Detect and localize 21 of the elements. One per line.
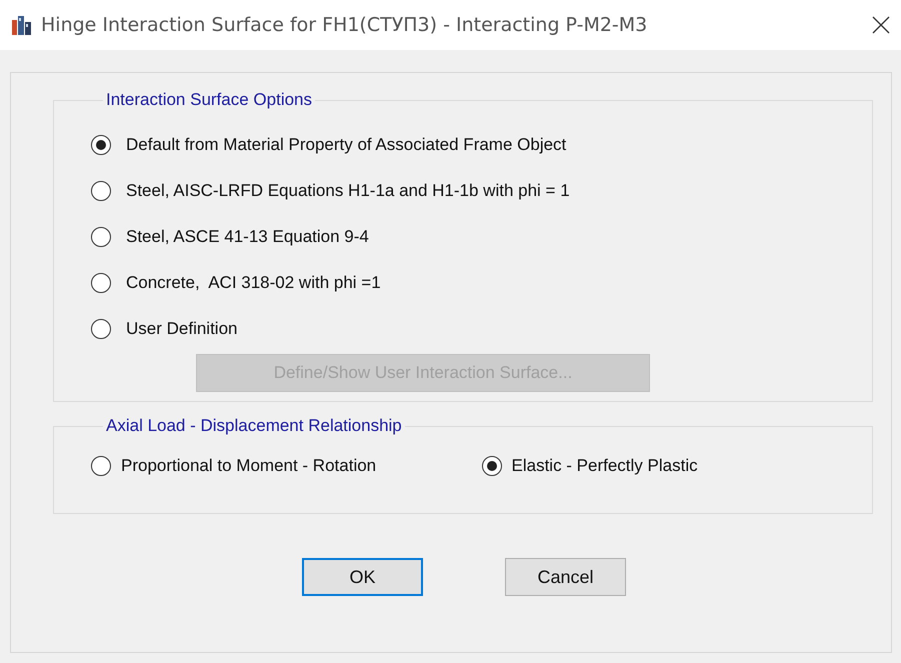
radio-button[interactable] (482, 456, 502, 476)
window-title: Hinge Interaction Surface for FH1(СТУП3) - Interacting P-M2-M3 (41, 14, 648, 36)
radio-button[interactable] (91, 273, 111, 293)
radio-button[interactable] (91, 181, 111, 201)
radio-button[interactable] (91, 319, 111, 339)
group-title: Interaction Surface Options (105, 90, 314, 110)
ok-button[interactable]: OK (302, 558, 423, 596)
radio-button[interactable] (91, 135, 111, 155)
option-label: Elastic - Perfectly Plastic (512, 456, 698, 476)
cancel-button[interactable]: Cancel (505, 558, 626, 596)
option-label: Proportional to Moment - Rotation (121, 456, 376, 476)
radio-button[interactable] (91, 227, 111, 247)
option-label: Default from Material Property of Associated Frame Object (126, 135, 566, 155)
radio-button[interactable] (91, 456, 111, 476)
group-title: Axial Load - Displacement Relationship (105, 416, 403, 436)
option-label: Steel, ASCE 41-13 Equation 9-4 (126, 227, 369, 247)
option-label: Steel, AISC-LRFD Equations H1-1a and H1-1b with phi = 1 (126, 181, 570, 201)
option-label: User Definition (126, 319, 238, 339)
option-label: Concrete, ACI 318-02 with phi =1 (126, 273, 381, 293)
close-icon[interactable] (871, 15, 891, 35)
app-icon (11, 14, 33, 36)
